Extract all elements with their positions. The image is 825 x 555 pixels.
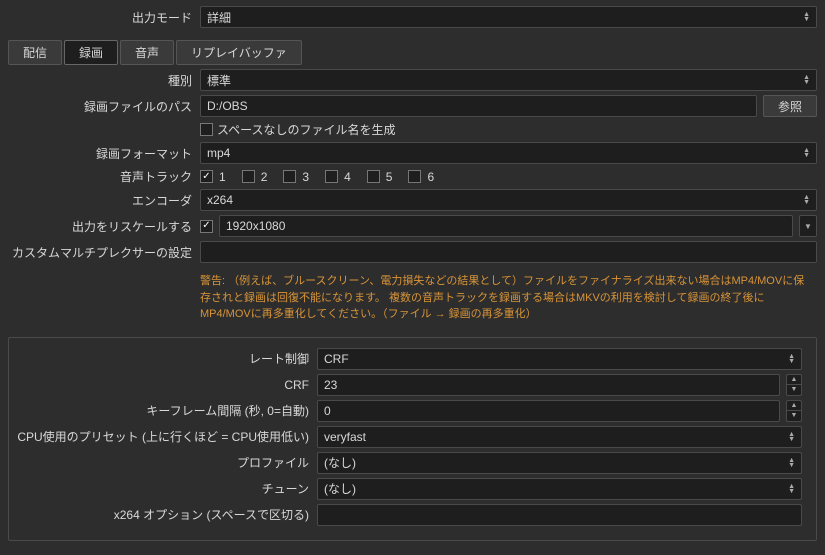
rescale-value: 1920x1080 — [226, 219, 285, 233]
path-input[interactable]: D:/OBS — [200, 95, 757, 117]
keyframe-value: 0 — [324, 404, 331, 418]
updown-icon: ▲▼ — [803, 148, 810, 158]
audio-track-4-label: 4 — [344, 170, 351, 184]
encoder-value: x264 — [207, 193, 233, 207]
no-space-label: スペースなしのファイル名を生成 — [217, 121, 396, 138]
warning-text: 警告: （例えば、ブルースクリーン、電力損失などの結果として）ファイルをファイナ… — [0, 267, 825, 333]
audio-track-3-label: 3 — [302, 170, 309, 184]
chevron-up-icon[interactable]: ▲ — [787, 401, 801, 412]
rate-control-label: レート制御 — [17, 350, 317, 367]
keyframe-spinner[interactable]: ▲▼ — [786, 400, 802, 422]
chevron-down-icon[interactable]: ▼ — [787, 411, 801, 421]
path-label: 録画ファイルのパス — [8, 98, 200, 115]
output-mode-value: 詳細 — [207, 9, 231, 26]
tab-replay[interactable]: リプレイバッファ — [176, 40, 302, 65]
audio-track-1-checkbox[interactable] — [200, 170, 213, 183]
x264opts-input[interactable] — [317, 504, 802, 526]
rate-control-value: CRF — [324, 352, 349, 366]
audio-track-1-label: 1 — [219, 170, 226, 184]
encoder-select[interactable]: x264 ▲▼ — [200, 189, 817, 211]
format-select[interactable]: mp4 ▲▼ — [200, 142, 817, 164]
rescale-checkbox[interactable] — [200, 220, 213, 233]
tabs: 配信 録画 音声 リプレイバッファ — [0, 32, 825, 69]
keyframe-input[interactable]: 0 — [317, 400, 780, 422]
preset-label: CPU使用のプリセット (上に行くほど = CPU使用低い) — [17, 428, 317, 445]
encoder-settings-panel: レート制御 CRF ▲▼ CRF 23 ▲▼ キーフレーム間隔 (秒, 0=自動… — [8, 337, 817, 541]
muxer-label: カスタムマルチプレクサーの設定 — [8, 244, 200, 261]
updown-icon: ▲▼ — [803, 195, 810, 205]
tune-label: チューン — [17, 480, 317, 497]
no-space-checkbox[interactable] — [200, 123, 213, 136]
updown-icon: ▲▼ — [788, 432, 795, 442]
updown-icon: ▲▼ — [803, 12, 810, 22]
audio-track-2-checkbox[interactable] — [242, 170, 255, 183]
preset-select[interactable]: veryfast ▲▼ — [317, 426, 802, 448]
path-value: D:/OBS — [207, 99, 248, 113]
output-mode-label: 出力モード — [8, 9, 200, 26]
preset-value: veryfast — [324, 430, 366, 444]
x264opts-label: x264 オプション (スペースで区切る) — [17, 506, 317, 523]
profile-value: (なし) — [324, 454, 356, 471]
tab-record[interactable]: 録画 — [64, 40, 118, 65]
profile-select[interactable]: (なし) ▲▼ — [317, 452, 802, 474]
chevron-down-icon[interactable]: ▼ — [787, 385, 801, 395]
audio-tracks: 1 2 3 4 5 6 — [200, 170, 817, 184]
profile-label: プロファイル — [17, 454, 317, 471]
browse-button[interactable]: 参照 — [763, 95, 817, 117]
encoder-label: エンコーダ — [8, 192, 200, 209]
format-label: 録画フォーマット — [8, 145, 200, 162]
audio-track-4-checkbox[interactable] — [325, 170, 338, 183]
crf-spinner[interactable]: ▲▼ — [786, 374, 802, 396]
rescale-dropdown-icon[interactable]: ▼ — [799, 215, 817, 237]
audio-track-3-checkbox[interactable] — [283, 170, 296, 183]
rescale-input[interactable]: 1920x1080 — [219, 215, 793, 237]
updown-icon: ▲▼ — [788, 484, 795, 494]
audio-track-6-checkbox[interactable] — [408, 170, 421, 183]
type-label: 種別 — [8, 72, 200, 89]
tune-select[interactable]: (なし) ▲▼ — [317, 478, 802, 500]
chevron-up-icon[interactable]: ▲ — [787, 375, 801, 386]
audio-track-6-label: 6 — [427, 170, 434, 184]
tab-stream[interactable]: 配信 — [8, 40, 62, 65]
tab-audio[interactable]: 音声 — [120, 40, 174, 65]
output-mode-select[interactable]: 詳細 ▲▼ — [200, 6, 817, 28]
type-select[interactable]: 標準 ▲▼ — [200, 69, 817, 91]
audio-track-2-label: 2 — [261, 170, 268, 184]
keyframe-label: キーフレーム間隔 (秒, 0=自動) — [17, 402, 317, 419]
crf-value: 23 — [324, 378, 337, 392]
type-value: 標準 — [207, 72, 231, 89]
updown-icon: ▲▼ — [803, 75, 810, 85]
format-value: mp4 — [207, 146, 230, 160]
audio-track-5-label: 5 — [386, 170, 393, 184]
crf-input[interactable]: 23 — [317, 374, 780, 396]
tune-value: (なし) — [324, 480, 356, 497]
muxer-input[interactable] — [200, 241, 817, 263]
rescale-label: 出力をリスケールする — [8, 218, 200, 235]
audio-track-5-checkbox[interactable] — [367, 170, 380, 183]
audio-track-label: 音声トラック — [8, 168, 200, 185]
rate-control-select[interactable]: CRF ▲▼ — [317, 348, 802, 370]
updown-icon: ▲▼ — [788, 354, 795, 364]
updown-icon: ▲▼ — [788, 458, 795, 468]
crf-label: CRF — [17, 378, 317, 392]
